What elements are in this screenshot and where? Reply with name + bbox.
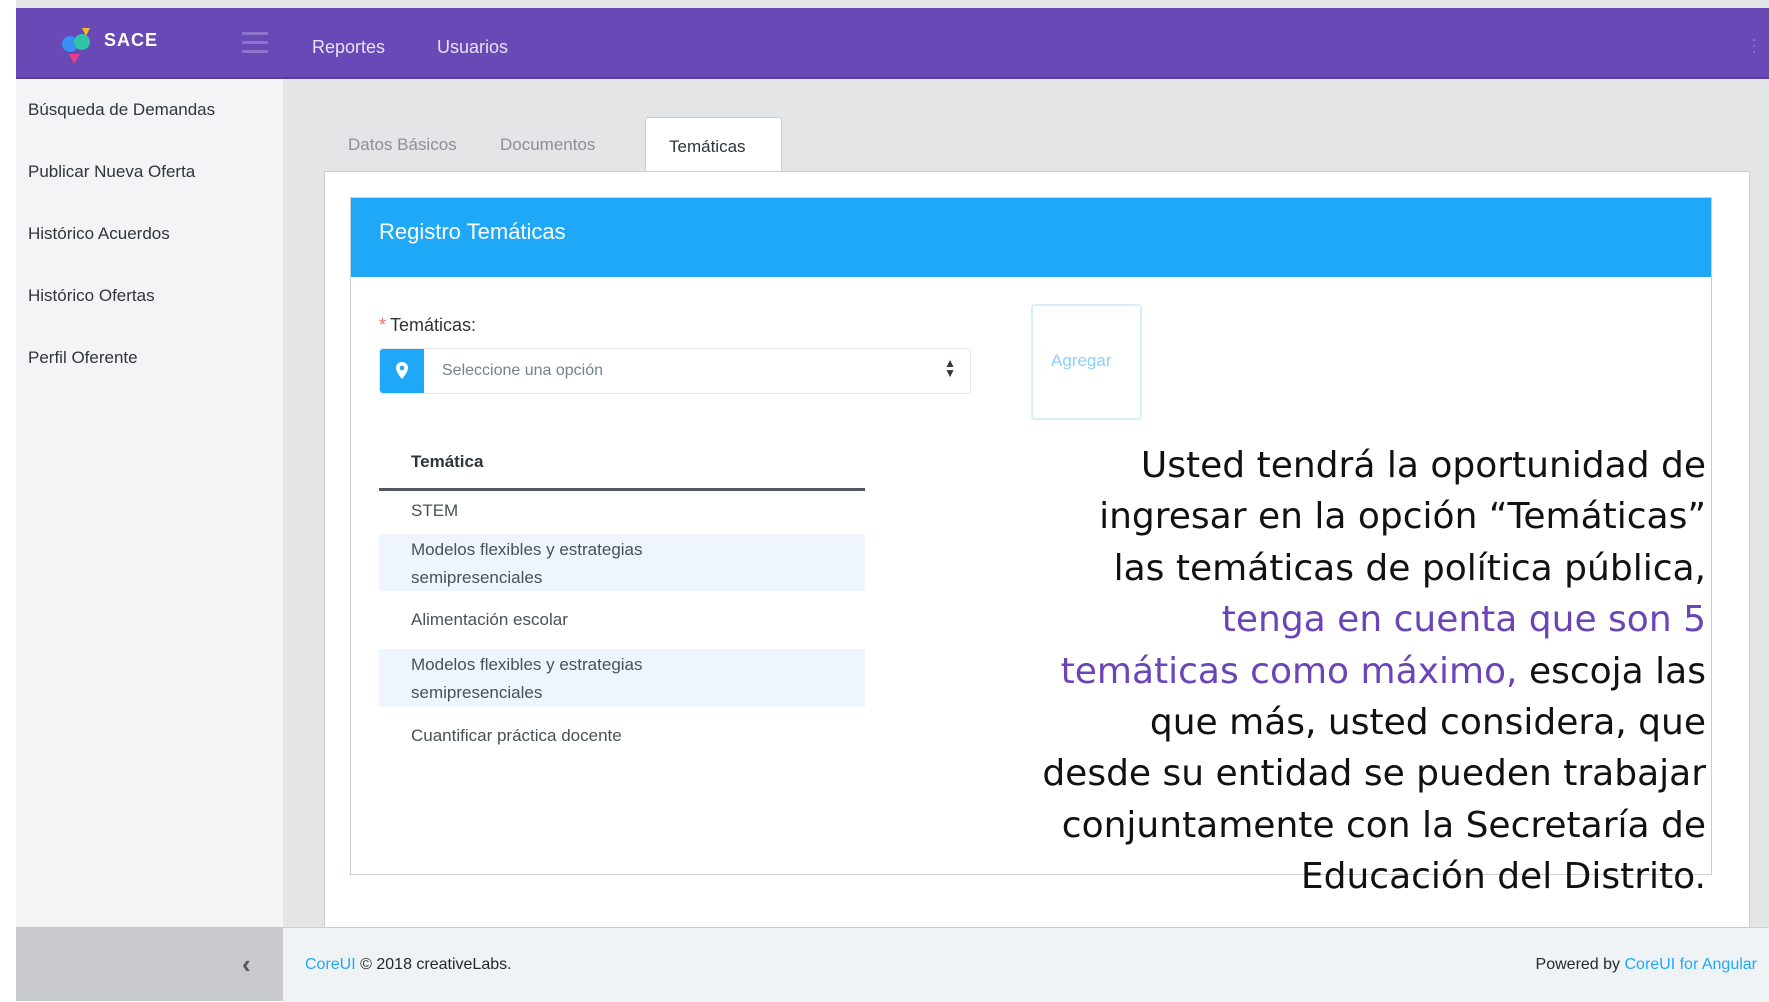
footer-copyright-text: © 2018 creativeLabs. — [355, 956, 512, 973]
table-row: Alimentación escolar — [379, 591, 865, 649]
table-row: STEM — [379, 488, 865, 534]
tematicas-label: * Temáticas: — [379, 315, 476, 336]
tab-tematicas[interactable]: Temáticas — [645, 117, 782, 173]
sidebar-item-historico-ofertas[interactable]: Histórico Ofertas — [28, 286, 155, 306]
tab-datos-basicos[interactable]: Datos Básicos — [348, 135, 457, 155]
tab-tematicas-label: Temáticas — [669, 137, 746, 156]
annotation-line: ingresar en la opción “Temáticas” — [1099, 496, 1706, 538]
sidebar: Búsqueda de Demandas Publicar Nueva Ofer… — [16, 79, 283, 927]
table-cell: Modelos flexibles y estrategias — [411, 540, 643, 559]
card-header: Registro Temáticas — [351, 198, 1711, 277]
table-row: Modelos flexibles y estrategias semipres… — [379, 534, 865, 591]
sort-caret-icon: ▲ ▼ — [944, 356, 956, 380]
sidebar-item-perfil-oferente[interactable]: Perfil Oferente — [28, 348, 138, 368]
brand-logo[interactable]: SACE — [56, 22, 196, 66]
annotation-line: desde su entidad se pueden trabajar — [1042, 753, 1706, 795]
app-footer: CoreUI © 2018 creativeLabs. Powered by C… — [283, 927, 1769, 1002]
annotation-line: las temáticas de política pública, — [1113, 547, 1706, 589]
menu-toggle-icon[interactable] — [242, 32, 268, 54]
table-row: Cuantificar práctica docente — [379, 707, 865, 765]
tematicas-label-text: Temáticas: — [390, 315, 477, 335]
kebab-menu-icon[interactable]: · · · — [1751, 30, 1757, 60]
card-title: Registro Temáticas — [379, 219, 566, 244]
footer-powered-by: Powered by CoreUI for Angular — [1536, 956, 1757, 974]
annotation-line: conjuntamente con la Secretaría de — [1061, 804, 1706, 846]
brand-name: SACE — [104, 30, 159, 50]
instruction-annotation: Usted tendrá la oportunidad de ingresar … — [888, 440, 1706, 903]
sace-logo-icon — [62, 28, 90, 64]
table-cell: Alimentación escolar — [411, 610, 568, 629]
table-cell: Cuantificar práctica docente — [411, 726, 622, 745]
table-row: Modelos flexibles y estrategias semipres… — [379, 649, 865, 707]
sidebar-item-busqueda-demandas[interactable]: Búsqueda de Demandas — [28, 100, 215, 120]
footer-coreui-link[interactable]: CoreUI — [305, 956, 356, 973]
annotation-line: que más, usted considera, que — [1149, 702, 1706, 744]
table-header: Temática — [379, 436, 865, 491]
nav-usuarios[interactable]: Usuarios — [437, 37, 508, 58]
table-cell: Modelos flexibles y estrategias — [411, 655, 643, 674]
required-marker: * — [379, 315, 387, 335]
nav-reportes[interactable]: Reportes — [312, 37, 385, 58]
table-cell: STEM — [411, 501, 459, 520]
annotation-line: Usted tendrá la oportunidad de — [1140, 445, 1706, 486]
table-header-tematica: Temática — [411, 452, 484, 471]
footer-coreui-angular-link[interactable]: CoreUI for Angular — [1624, 956, 1757, 973]
tab-documentos[interactable]: Documentos — [500, 135, 595, 155]
select-placeholder: Seleccione una opción — [442, 362, 604, 379]
chevron-left-icon[interactable]: ‹ — [242, 949, 251, 980]
annotation-text: escoja las — [1517, 650, 1706, 692]
sidebar-item-publicar-oferta[interactable]: Publicar Nueva Oferta — [28, 162, 195, 182]
map-pin-icon — [380, 349, 424, 393]
annotation-highlight: temáticas como máximo, — [1060, 650, 1518, 692]
annotation-line-mixed: temáticas como máximo, escoja las — [888, 646, 1706, 697]
top-header: SACE Reportes Usuarios · · · — [16, 8, 1769, 79]
sidebar-item-historico-acuerdos[interactable]: Histórico Acuerdos — [28, 224, 170, 244]
annotation-line: Educación del Distrito. — [1300, 856, 1706, 898]
powered-by-text: Powered by — [1535, 956, 1625, 973]
table-cell: semipresenciales — [411, 568, 543, 587]
agregar-button[interactable]: Agregar — [1031, 304, 1142, 420]
tematicas-select[interactable]: Seleccione una opción ▲ ▼ — [379, 348, 971, 394]
table-cell: semipresenciales — [411, 683, 543, 702]
footer-copyright: CoreUI © 2018 creativeLabs. — [305, 956, 512, 974]
sidebar-minimizer: ‹ — [16, 927, 283, 1001]
annotation-highlight: tenga en cuenta que son 5 — [1221, 599, 1706, 641]
agregar-button-label: Agregar — [1051, 351, 1112, 370]
